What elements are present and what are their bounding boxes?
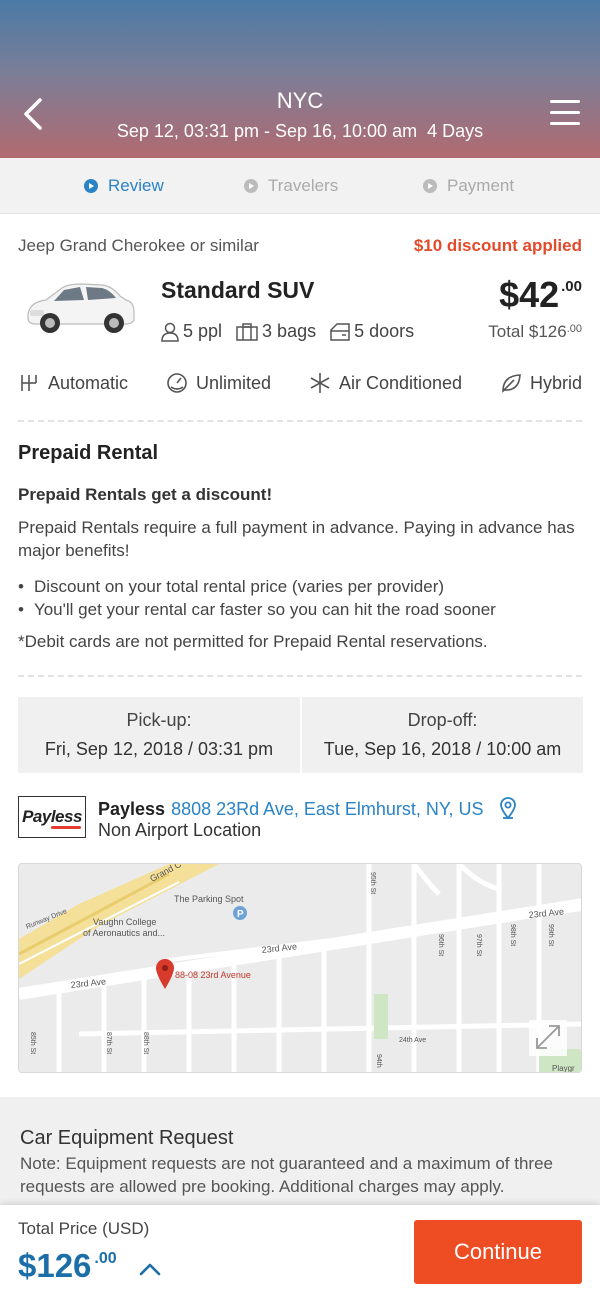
daily-price-cents: .00 (561, 278, 582, 295)
step-review-icon (84, 179, 98, 193)
spec-people-label: 5 ppl (183, 321, 223, 341)
feature-unlimited: Unlimited (166, 372, 271, 394)
prepaid-subtitle: Prepaid Rentals get a discount! (18, 485, 273, 504)
step-travelers-label: Travelers (268, 176, 339, 195)
total-price-cents: .00 (94, 1250, 117, 1267)
menu-icon[interactable] (550, 100, 580, 126)
feature-hybrid: Hybrid (500, 372, 582, 394)
location-pin-icon[interactable] (499, 797, 517, 820)
pickup-box: Pick-up: Fri, Sep 12, 2018 / 03:31 pm (18, 697, 300, 773)
feature-ac-label: Air Conditioned (338, 372, 463, 393)
continue-button[interactable]: Continue (414, 1220, 582, 1284)
benefit-item: Discount on your total rental price (var… (18, 575, 496, 598)
payless-logo: Payless (18, 796, 86, 838)
prepaid-benefits: Discount on your total rental price (var… (18, 575, 496, 621)
svg-text:P: P (237, 909, 244, 920)
map-canvas: Grand C Runway Drive The Parking Spot Va… (19, 864, 581, 1073)
header-date-range: Sep 12, 03:31 pm - Sep 16, 10:00 am (116, 121, 418, 141)
progress-steps: Review Travelers Payment (0, 158, 600, 214)
dropoff-value: Tue, Sep 16, 2018 / 10:00 am (323, 739, 562, 759)
map-label-college-line2: of Aeronautics and... (83, 928, 165, 938)
prepaid-title: Prepaid Rental (18, 442, 159, 464)
luggage-icon (236, 322, 258, 341)
step-travelers[interactable]: Travelers (244, 176, 338, 196)
pickup-value: Fri, Sep 12, 2018 / 03:31 pm (44, 739, 274, 759)
total-price-small: Total $126.00 (488, 322, 582, 342)
chevron-up-icon[interactable] (138, 1257, 162, 1281)
daily-price: $42.00 (499, 274, 582, 316)
app-header: NYC Sep 12, 03:31 pm - Sep 16, 10:00 am 4… (0, 0, 600, 158)
equipment-note: Note: Equipment requests are not guarant… (20, 1154, 553, 1196)
step-payment-icon (423, 179, 437, 193)
header-duration: 4 Days (427, 121, 484, 141)
door-icon (330, 322, 350, 341)
step-review[interactable]: Review (84, 176, 164, 196)
feature-hybrid-label: Hybrid (529, 372, 582, 393)
vendor-name: Payless (98, 799, 166, 819)
dropoff-box: Drop-off: Tue, Sep 16, 2018 / 10:00 am (302, 697, 583, 773)
map-label-college-line1: Vaughn College (93, 917, 156, 927)
spec-bags: 3 bags (236, 321, 316, 342)
feature-automatic: Automatic (18, 372, 128, 394)
location-map[interactable]: Grand C Runway Drive The Parking Spot Va… (18, 863, 582, 1073)
header-dates: Sep 12, 03:31 pm - Sep 16, 10:00 am 4 Day… (0, 121, 600, 142)
spec-doors-label: 5 doors (354, 321, 415, 341)
total-price-label: Total Price (USD) (18, 1219, 150, 1238)
discount-badge: $10 discount applied (413, 236, 582, 255)
map-label-24th-ave: 24th Ave (399, 1037, 426, 1044)
header-city: NYC (276, 88, 324, 113)
prepaid-description: Prepaid Rentals require a full payment i… (18, 518, 575, 560)
total-price-whole: $126 (18, 1247, 92, 1284)
map-label-98th: 98th St (509, 924, 516, 946)
benefit-item: You'll get your rental car faster so you… (18, 598, 496, 621)
daily-price-whole: $42 (499, 274, 560, 315)
map-label-85th: 85th St (29, 1032, 36, 1054)
spec-bags-label: 3 bags (262, 321, 317, 341)
total-price: $126.00 (18, 1247, 117, 1285)
leaf-icon (502, 374, 521, 393)
feature-ac: Air Conditioned (309, 372, 462, 394)
map-label-99th: 99th St (547, 924, 554, 946)
person-icon (161, 322, 179, 342)
car-model: Jeep Grand Cherokee or similar (18, 236, 259, 255)
vendor-location-type: Non Airport Location (98, 820, 262, 840)
transmission-icon (21, 375, 37, 391)
map-label-96th: 96th St (437, 934, 444, 956)
map-marker-label: 88-08 23rd Avenue (175, 970, 251, 980)
car-image (27, 283, 135, 333)
car-specs: 5 ppl 3 bags 5 doors (161, 321, 428, 342)
feature-unlimited-label: Unlimited (195, 372, 272, 393)
total-price-small-whole: Total $126 (488, 322, 567, 341)
step-travelers-icon (244, 179, 258, 193)
divider (18, 420, 582, 422)
feature-automatic-label: Automatic (48, 372, 129, 393)
dropoff-label: Drop-off: (407, 710, 478, 730)
pickup-label: Pick-up: (126, 710, 192, 730)
step-review-label: Review (108, 176, 164, 195)
vendor-address[interactable]: 8808 23Rd Ave, East Elmhurst, NY, US (171, 799, 484, 819)
speedometer-icon (167, 373, 187, 393)
spec-people: 5 ppl (161, 321, 222, 342)
spec-doors: 5 doors (330, 321, 414, 342)
total-price-small-cents: .00 (566, 323, 582, 335)
divider (18, 675, 582, 677)
snowflake-icon (310, 373, 330, 393)
map-label-parking: The Parking Spot (174, 894, 244, 904)
map-label-88th: 88th St (142, 1032, 149, 1054)
parking-icon: P (233, 906, 247, 920)
map-label-87th: 87th St (105, 1032, 112, 1054)
checkout-footer: Total Price (USD) $126.00 Continue (0, 1205, 600, 1298)
map-label-94th: 94th (375, 1054, 382, 1068)
expand-icon[interactable] (529, 1020, 567, 1056)
map-label-playground: Playgr (552, 1064, 575, 1073)
step-payment-label: Payment (447, 176, 515, 195)
map-label-95th: 95th St (369, 872, 376, 894)
car-class: Standard SUV (161, 277, 315, 303)
vendor-info: Payless 8808 23Rd Ave, East Elmhurst, NY,… (98, 797, 517, 820)
step-payment[interactable]: Payment (423, 176, 514, 196)
equipment-title: Car Equipment Request (20, 1127, 234, 1149)
debit-note: *Debit cards are not permitted for Prepa… (18, 632, 488, 651)
car-features: Automatic Unlimited Air Conditioned Hybr… (18, 372, 582, 394)
map-label-97th: 97th St (475, 934, 482, 956)
